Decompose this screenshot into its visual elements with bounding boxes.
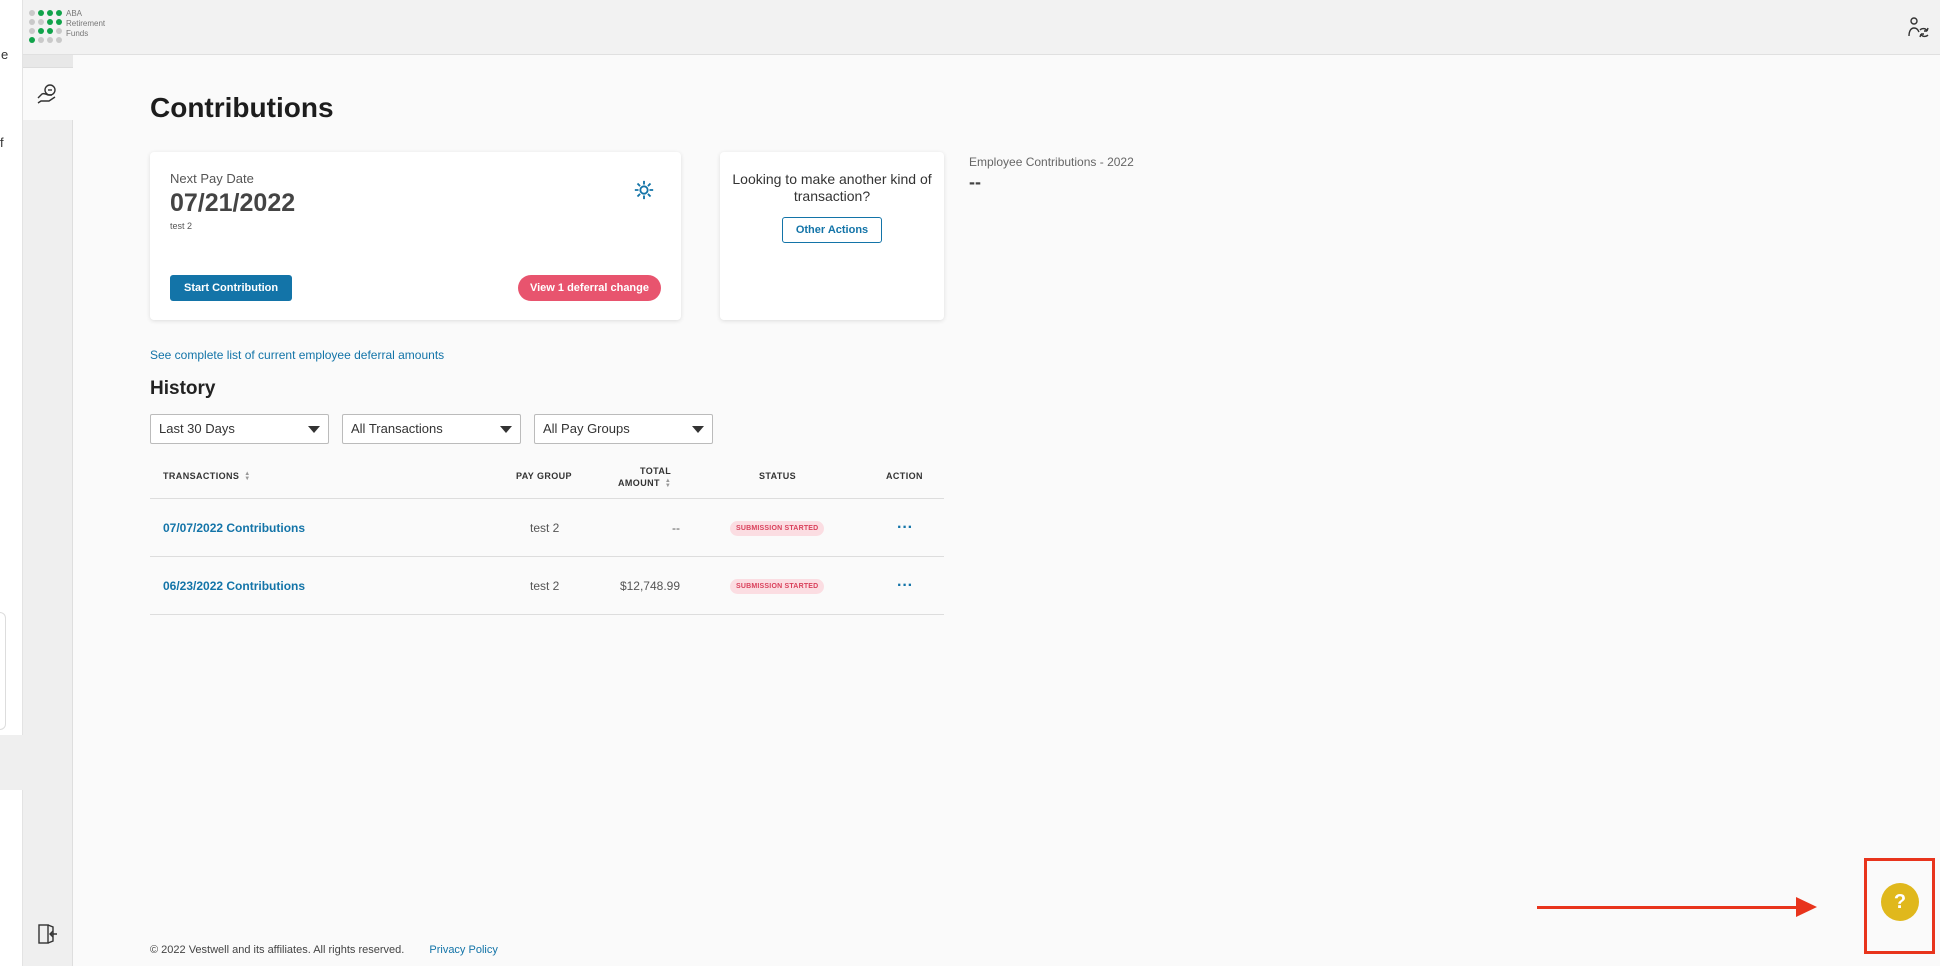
chevron-down-icon	[308, 426, 320, 433]
copyright-text: © 2022 Vestwell and its affiliates. All …	[150, 944, 405, 956]
column-total-amount[interactable]: TOTAL AMOUNT ▲ ▼	[618, 465, 671, 489]
employee-contributions-value: --	[969, 172, 981, 192]
gear-icon[interactable]	[633, 179, 655, 201]
logo-line: ABA	[66, 9, 83, 18]
column-pay-group: PAY GROUP	[516, 471, 572, 481]
chevron-down-icon	[500, 426, 512, 433]
other-actions-card: Looking to make another kind of transact…	[720, 152, 944, 320]
more-actions-icon[interactable]: ···	[897, 577, 913, 595]
edge-text-fragment: e	[1, 47, 9, 62]
status-badge: SUBMISSION STARTED	[730, 520, 825, 536]
next-pay-date-card: Next Pay Date 07/21/2022 test 2 Start Co…	[150, 152, 681, 320]
date-range-select[interactable]: Last 30 Days	[150, 414, 329, 444]
footer: © 2022 Vestwell and its affiliates. All …	[150, 944, 498, 956]
logo-line: Funds	[66, 29, 89, 38]
top-header: ABA Retirement Funds	[23, 0, 1940, 55]
transaction-link[interactable]: 06/23/2022 Contributions	[163, 579, 305, 593]
sidebar-tab-top	[23, 55, 73, 68]
edge-text-fragment: f	[0, 135, 4, 150]
more-actions-icon[interactable]: ···	[897, 519, 913, 537]
edge-panel-fragment	[0, 612, 6, 730]
column-label: TOTAL	[639, 466, 672, 476]
row-pay-group: test 2	[530, 521, 560, 535]
row-amount: --	[672, 521, 680, 535]
next-pay-date-value: 07/21/2022	[170, 189, 296, 217]
table-row: 07/07/2022 Contributions test 2 -- SUBMI…	[150, 499, 944, 557]
sort-icon: ▲ ▼	[664, 477, 672, 489]
column-label: AMOUNT	[618, 478, 660, 488]
transaction-link[interactable]: 07/07/2022 Contributions	[163, 521, 305, 535]
row-pay-group: test 2	[530, 579, 560, 593]
hand-coin-icon	[37, 84, 56, 104]
pay-groups-value: All Pay Groups	[543, 421, 630, 436]
sort-icon: ▲ ▼	[244, 470, 251, 482]
view-deferral-change-button[interactable]: View 1 deferral change	[517, 275, 661, 301]
date-range-value: Last 30 Days	[159, 421, 235, 436]
logo-line: Retirement	[66, 19, 106, 28]
table-row: 06/23/2022 Contributions test 2 $12,748.…	[150, 557, 944, 615]
employee-contributions-label: Employee Contributions - 2022	[969, 155, 1134, 169]
row-amount: $12,748.99	[619, 579, 680, 593]
pay-group-label: test 2	[170, 221, 193, 231]
left-edge-strip: e f	[0, 0, 23, 966]
left-sidebar	[23, 55, 73, 966]
status-badge: SUBMISSION STARTED	[730, 578, 825, 594]
other-actions-button[interactable]: Other Actions	[782, 217, 882, 243]
page-title: Contributions	[150, 92, 334, 123]
other-actions-question: Looking to make another kind of transact…	[732, 171, 932, 204]
logo-text: ABA Retirement Funds	[66, 9, 105, 39]
pay-groups-select[interactable]: All Pay Groups	[534, 414, 713, 444]
history-table: TRANSACTIONS ▲ ▼ PAY GROUP TOTAL AMOUNT ▲…	[150, 460, 944, 615]
chevron-down-icon	[692, 426, 704, 433]
logout-icon[interactable]	[36, 922, 60, 946]
column-status: STATUS	[759, 471, 797, 481]
next-pay-date-label: Next Pay Date	[170, 171, 254, 186]
help-button[interactable]: ?	[1881, 883, 1919, 921]
start-contribution-button[interactable]: Start Contribution	[170, 275, 293, 301]
deferral-amounts-link[interactable]: See complete list of current employee de…	[150, 348, 444, 362]
history-title: History	[150, 378, 216, 399]
edge-panel-fragment	[0, 735, 23, 790]
annotation-arrow	[1537, 906, 1799, 909]
column-transactions[interactable]: TRANSACTIONS ▲ ▼	[163, 471, 251, 482]
logo-dots-icon	[29, 10, 62, 43]
user-switch-icon[interactable]	[1906, 16, 1930, 40]
column-label: TRANSACTIONS	[163, 471, 240, 481]
aba-logo[interactable]: ABA Retirement Funds	[29, 9, 105, 43]
privacy-policy-link[interactable]: Privacy Policy	[429, 944, 497, 956]
sidebar-item-contributions[interactable]	[23, 68, 73, 120]
column-action: ACTION	[886, 471, 923, 481]
transaction-type-value: All Transactions	[351, 421, 443, 436]
annotation-arrow-head	[1796, 897, 1817, 917]
transaction-type-select[interactable]: All Transactions	[342, 414, 521, 444]
table-header: TRANSACTIONS ▲ ▼ PAY GROUP TOTAL AMOUNT ▲…	[150, 460, 944, 499]
